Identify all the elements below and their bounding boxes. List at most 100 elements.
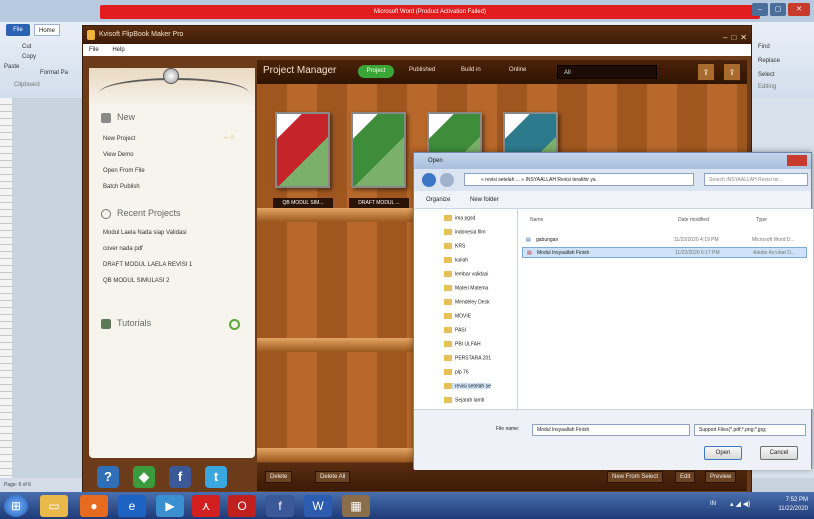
- tab-published[interactable]: Published: [409, 67, 435, 73]
- format-painter-button[interactable]: Format Pa: [40, 70, 68, 76]
- list-item[interactable]: ▤ gabungan 11/22/2020 4:19 PM Microsoft …: [522, 235, 807, 246]
- edit-button[interactable]: Edit: [675, 471, 696, 483]
- firefox-icon[interactable]: ●: [80, 495, 108, 517]
- filter-dropdown[interactable]: All: [557, 65, 657, 79]
- cancel-button[interactable]: Cancel: [760, 446, 798, 460]
- tree-item[interactable]: revisi setelah se: [444, 383, 491, 390]
- tree-item[interactable]: Sejarah lamb: [444, 397, 484, 403]
- file-name-input[interactable]: Modul Insyaallah Finish: [532, 424, 690, 436]
- column-date-modified[interactable]: Date modified: [678, 217, 709, 223]
- back-icon[interactable]: [422, 173, 436, 187]
- new-from-select-button[interactable]: New From Select: [607, 471, 664, 483]
- delete-all-button[interactable]: Delete All: [315, 471, 351, 483]
- tree-item[interactable]: Mendeley Desk: [444, 299, 489, 305]
- open-from-file-link[interactable]: Open From File: [103, 168, 145, 174]
- column-name[interactable]: Name: [530, 217, 543, 223]
- book-cover[interactable]: [351, 112, 406, 188]
- cut-button[interactable]: Cut: [22, 44, 31, 50]
- tree-item[interactable]: PBI ULFAH: [444, 341, 481, 347]
- tree-item[interactable]: lembar validasi: [444, 271, 488, 277]
- language-indicator[interactable]: IN: [710, 501, 716, 507]
- tab-file[interactable]: File: [6, 24, 30, 36]
- find-button[interactable]: Find: [758, 44, 770, 50]
- pdf-file-icon: ▤: [527, 250, 532, 256]
- list-item[interactable]: ▤ Modul Insyaallah Finish 11/22/2020 6:1…: [522, 247, 807, 258]
- tray-icons[interactable]: ▴ ◢ ◀): [730, 500, 751, 508]
- folder-tree: ima pgsd indonesia film KRS kuliah lembar va…: [414, 209, 518, 409]
- file-date: 11/22/2020 6:17 PM: [675, 250, 720, 256]
- select-button[interactable]: Select: [758, 72, 775, 78]
- replace-button[interactable]: Replace: [758, 58, 780, 64]
- ie-icon[interactable]: e: [118, 495, 146, 517]
- copy-button[interactable]: Copy: [22, 54, 36, 60]
- word-icon[interactable]: W: [304, 495, 332, 517]
- clock[interactable]: 7:52 PM 11/22/2020: [778, 496, 808, 514]
- file-type-select[interactable]: Support Files(*.pdf;*.png;*.jpg;: [694, 424, 806, 436]
- new-project-link[interactable]: New Project: [103, 136, 135, 142]
- delete-button[interactable]: Delete: [265, 471, 293, 483]
- tree-item[interactable]: KRS: [444, 243, 465, 249]
- folder-icon: [444, 215, 452, 221]
- search-input[interactable]: Search INSYAALLAH Revisi ter...: [704, 173, 808, 186]
- menu-file[interactable]: File: [89, 47, 99, 53]
- preview-button[interactable]: Preview: [705, 471, 737, 483]
- organize-button[interactable]: Organize: [426, 197, 450, 203]
- feature-icon[interactable]: ◆: [133, 466, 155, 488]
- import-icon[interactable]: ⇪: [697, 63, 715, 81]
- file-name-label: File name:: [496, 426, 520, 432]
- menu-help[interactable]: Help: [112, 47, 124, 53]
- folder-icon: [444, 257, 452, 263]
- recent-project-item[interactable]: QB MODUL SIMULASI 2: [103, 278, 169, 284]
- help-icon[interactable]: ?: [97, 466, 119, 488]
- start-icon[interactable]: ⊞: [4, 495, 28, 517]
- tutorials-section[interactable]: Tutorials: [101, 318, 151, 329]
- open-button[interactable]: Open: [704, 446, 742, 460]
- facebook-icon[interactable]: f: [169, 466, 191, 488]
- facebook-icon[interactable]: f: [266, 495, 294, 517]
- new-icon: [101, 112, 111, 123]
- explorer-icon[interactable]: ▭: [40, 495, 68, 517]
- tree-item[interactable]: PASI: [444, 327, 466, 333]
- column-type[interactable]: Type: [756, 217, 767, 223]
- word-window-title: Microsoft Word (Product Activation Faile…: [100, 5, 760, 19]
- folder-icon: [444, 271, 452, 277]
- tree-item[interactable]: kuliah: [444, 257, 468, 263]
- tab-online[interactable]: Online: [509, 67, 526, 73]
- twitter-icon[interactable]: t: [205, 466, 227, 488]
- tab-home[interactable]: Home: [34, 24, 60, 36]
- recent-project-item[interactable]: Modul Laela Nada siap Validasi: [103, 230, 187, 236]
- export-icon[interactable]: ⇪: [723, 63, 741, 81]
- view-demo-link[interactable]: View Demo: [103, 152, 134, 158]
- hanger-knob-icon: [163, 68, 179, 84]
- tree-item[interactable]: PERSTARA 201: [444, 355, 491, 361]
- forward-icon[interactable]: [440, 173, 454, 187]
- word-status-bar: Page: 6 of 6: [0, 478, 82, 492]
- new-folder-button[interactable]: New folder: [470, 197, 499, 203]
- book-cover[interactable]: [275, 112, 330, 188]
- tree-item[interactable]: Materi Matema: [444, 285, 488, 291]
- close-icon[interactable]: ✕: [788, 3, 810, 16]
- media-icon[interactable]: ▶: [156, 495, 184, 517]
- tree-item[interactable]: MOVIE: [444, 313, 471, 319]
- paste-button[interactable]: Paste: [4, 64, 19, 70]
- tab-project[interactable]: Project: [358, 65, 394, 78]
- address-breadcrumb[interactable]: « revisi setelah ... » INSYAALLAH Revisi…: [464, 173, 694, 186]
- dialog-title-bar: Open: [414, 153, 811, 169]
- tree-item[interactable]: ima pgsd: [444, 215, 475, 221]
- recent-project-item[interactable]: cover nada pdf: [103, 246, 143, 252]
- tab-build-in[interactable]: Build in: [461, 67, 481, 73]
- flipbook-icon[interactable]: ▦: [342, 495, 370, 517]
- recent-project-item[interactable]: DRAFT MODUL LAELA REVISI 1: [103, 262, 192, 268]
- acrobat-icon[interactable]: ⋏: [192, 495, 220, 517]
- tree-item-label: Materi Matema: [455, 285, 489, 292]
- close-icon[interactable]: [787, 155, 807, 166]
- word-file-icon: ▤: [526, 237, 531, 243]
- minimize-icon[interactable]: –: [752, 3, 768, 16]
- flipbook-title-bar: Kvisoft FlipBook Maker Pro – □ ✕: [83, 26, 751, 44]
- opera-icon[interactable]: O: [228, 495, 256, 517]
- maximize-icon[interactable]: ▢: [770, 3, 786, 16]
- tree-item[interactable]: indonesia film: [444, 229, 486, 235]
- batch-publish-link[interactable]: Batch Publish: [103, 184, 140, 190]
- tree-item[interactable]: plp 76: [444, 369, 469, 375]
- recent-section-label: Recent Projects: [117, 208, 181, 218]
